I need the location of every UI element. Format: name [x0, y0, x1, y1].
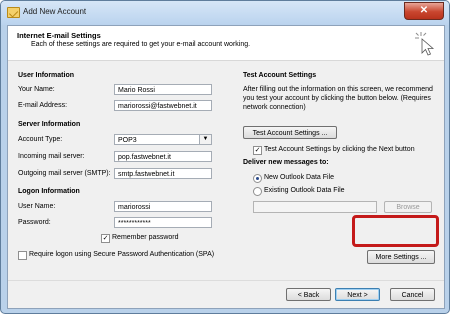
existing-data-file-label: Existing Outlook Data File	[264, 187, 345, 194]
click-cursor-icon	[415, 32, 435, 56]
dialog-body: Internet E-mail Settings Each of these s…	[7, 25, 445, 309]
header-title: Internet E-mail Settings	[17, 31, 101, 40]
your-name-field[interactable]: Mario Rossi	[114, 84, 212, 95]
email-address-field[interactable]: mariorossi@fastwebnet.it	[114, 100, 212, 111]
test-settings-description: After filling out the information on thi…	[243, 86, 433, 111]
test-settings-heading: Test Account Settings	[243, 72, 317, 79]
incoming-server-label: Incoming mail server:	[18, 153, 85, 160]
outgoing-server-label: Outgoing mail server (SMTP):	[18, 170, 111, 177]
account-type-value: POP3	[118, 137, 137, 144]
auto-test-label: Test Account Settings by clicking the Ne…	[264, 146, 415, 153]
auto-test-checkbox[interactable]: ✓	[253, 146, 262, 155]
user-name-field[interactable]: mariorossi	[114, 201, 212, 212]
footer-divider	[8, 280, 444, 281]
outgoing-server-field[interactable]: smtp.fastwebnet.it	[114, 168, 212, 179]
more-settings-highlight	[352, 215, 439, 247]
close-button[interactable]: ✕	[404, 2, 444, 20]
new-data-file-radio[interactable]	[253, 174, 262, 183]
add-new-account-window: Add New Account ✕ Internet E-mail Settin…	[0, 0, 450, 314]
your-name-label: Your Name:	[18, 86, 55, 93]
server-info-heading: Server Information	[18, 121, 81, 128]
logon-info-heading: Logon Information	[18, 188, 80, 195]
title-bar: Add New Account ✕	[1, 1, 449, 25]
next-button[interactable]: Next >	[335, 288, 380, 301]
user-info-heading: User Information	[18, 72, 75, 79]
remember-password-label: Remember password	[112, 234, 179, 241]
deliver-heading: Deliver new messages to:	[243, 159, 329, 166]
user-name-label: User Name:	[18, 203, 56, 210]
account-type-label: Account Type:	[18, 136, 63, 143]
cancel-button[interactable]: Cancel	[390, 288, 435, 301]
dialog-header: Internet E-mail Settings Each of these s…	[8, 26, 444, 61]
new-data-file-label: New Outlook Data File	[264, 174, 335, 181]
incoming-server-field[interactable]: pop.fastwebnet.it	[114, 151, 212, 162]
remember-password-checkbox[interactable]: ✓	[101, 234, 110, 243]
password-label: Password:	[18, 219, 51, 226]
password-field[interactable]: ************	[114, 217, 212, 228]
test-account-settings-button[interactable]: Test Account Settings ...	[243, 126, 337, 139]
back-button[interactable]: < Back	[286, 288, 331, 301]
spa-checkbox[interactable]	[18, 251, 27, 260]
header-subtitle: Each of these settings are required to g…	[31, 41, 251, 48]
more-settings-button[interactable]: More Settings ...	[367, 250, 435, 264]
chevron-down-icon[interactable]: ▼	[199, 135, 211, 144]
data-file-path-field[interactable]	[253, 201, 377, 213]
account-type-select[interactable]: POP3 ▼	[114, 134, 212, 145]
envelope-icon	[7, 7, 20, 18]
spa-label: Require logon using Secure Password Auth…	[29, 251, 215, 258]
window-title: Add New Account	[23, 7, 87, 16]
existing-data-file-radio[interactable]	[253, 187, 262, 196]
email-address-label: E-mail Address:	[18, 102, 68, 109]
browse-button[interactable]: Browse	[384, 201, 432, 213]
